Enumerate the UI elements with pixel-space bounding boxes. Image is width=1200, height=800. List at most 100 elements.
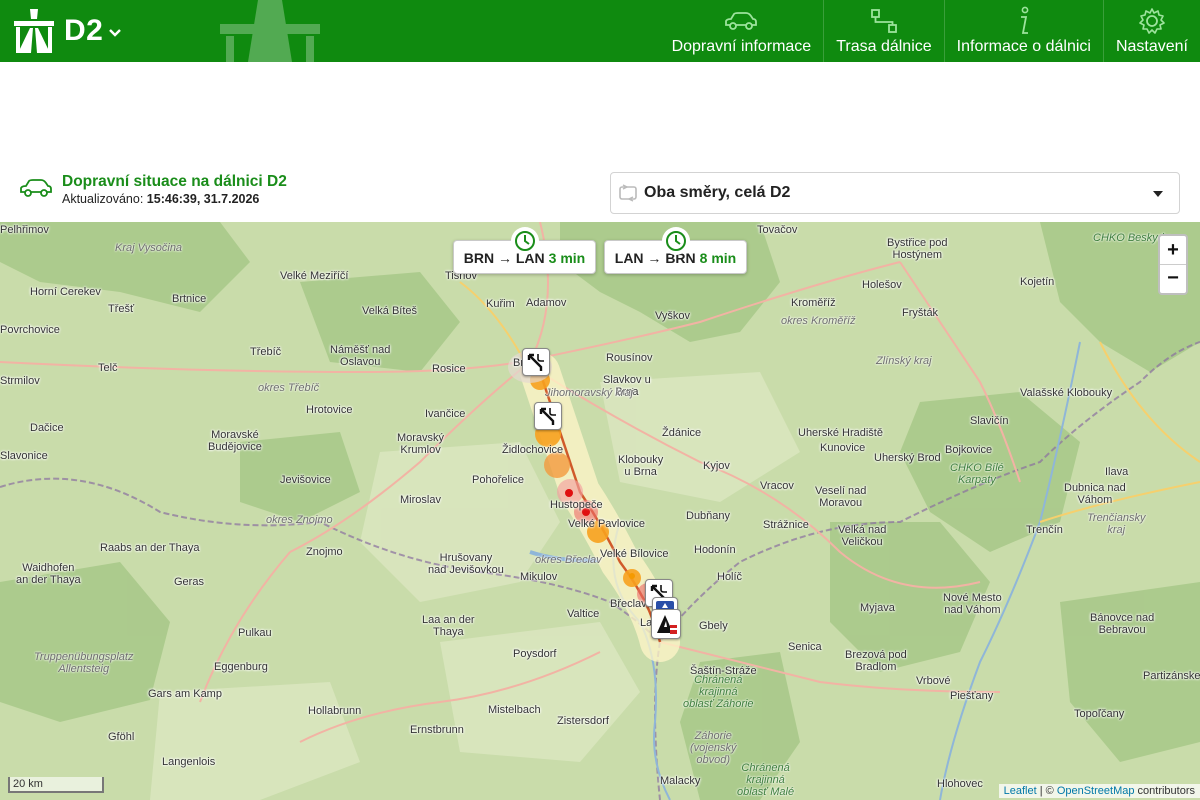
- leaflet-link[interactable]: Leaflet: [1004, 785, 1037, 797]
- place-label: Geras: [174, 576, 204, 588]
- zoom-in-button[interactable]: +: [1160, 236, 1186, 264]
- status-row: Dopravní situace na dálnici D2 Aktualizo…: [0, 162, 1200, 222]
- place-label: Vracov: [760, 480, 794, 492]
- updated-value: 15:46:39, 31.7.2026: [146, 192, 260, 206]
- place-label: Třebíč: [250, 346, 282, 358]
- place-label: Slavonice: [0, 450, 48, 462]
- region-label: Truppenübungsplatz Allentsteig: [34, 651, 134, 675]
- place-label: Klobouky u Brna: [618, 454, 664, 478]
- place-label: Povrchovice: [0, 324, 60, 336]
- map-attribution: Leaflet | © OpenStreetMap contributors: [998, 784, 1200, 798]
- travel-time: 3 min: [548, 250, 586, 266]
- place-label: Holešov: [862, 279, 902, 291]
- place-label: Gföhl: [108, 731, 135, 743]
- brand-switcher[interactable]: D2: [14, 8, 122, 54]
- traffic-map[interactable]: Pelhřimov Velké Meziříčí Tišnov Kuřim Ad…: [0, 222, 1200, 800]
- detour-marker[interactable]: [534, 402, 562, 430]
- attribution-separator: | ©: [1036, 785, 1057, 797]
- map-tiles: [0, 222, 1200, 800]
- detour-icon: [539, 407, 556, 425]
- place-label: Veselí nad Moravou: [815, 485, 867, 509]
- place-label: Bystřice pod Hostýnem: [887, 237, 948, 261]
- place-label: Valtice: [567, 608, 600, 620]
- place-label: Slavičín: [970, 415, 1009, 427]
- place-label: Židlochovice: [502, 444, 564, 456]
- place-label: Nové Mesto nad Váhom: [943, 592, 1002, 616]
- place-label: Piešťany: [950, 690, 994, 702]
- place-label: Zistersdorf: [557, 715, 609, 727]
- updated-label: Aktualizováno:: [62, 192, 144, 206]
- place-label: Hustopeče: [550, 499, 603, 511]
- place-label: Hrušovany nad Jevišovkou: [428, 552, 504, 576]
- place-label: Poysdorf: [513, 648, 557, 660]
- attribution-suffix: contributors: [1134, 785, 1195, 797]
- place-label: Velké Bílovice: [600, 548, 669, 560]
- region-label: Trenčiansky kraj: [1087, 512, 1146, 536]
- place-label: Gbely: [699, 620, 728, 632]
- place-label: Ernstbrunn: [410, 724, 464, 736]
- direction-select[interactable]: Oba směry, celá D2: [610, 172, 1180, 214]
- region-label: okres Kroměříž: [781, 315, 856, 327]
- place-label: Kunovice: [820, 442, 866, 454]
- place-label: Raabs an der Thaya: [100, 542, 200, 554]
- nav-settings[interactable]: Nastavení: [1102, 0, 1200, 62]
- place-label: Adamov: [526, 297, 567, 309]
- place-label: Břeclav: [610, 598, 647, 610]
- region-label: CHKO Bílé Karpaty: [950, 462, 1004, 486]
- nav-highway-info[interactable]: Informace o dálnici: [943, 0, 1103, 62]
- place-label: Malacky: [660, 775, 701, 787]
- region-label: Chránená krajinná oblasť Záhorie: [683, 674, 754, 710]
- place-label: Vyškov: [655, 310, 691, 322]
- detour-marker[interactable]: [522, 348, 550, 376]
- nav-label: Informace o dálnici: [956, 38, 1091, 55]
- place-label: Kojetín: [1020, 276, 1055, 288]
- travel-time-card[interactable]: BRN → LAN 3 min: [453, 227, 596, 274]
- place-label: Brezová pod Bradlom: [845, 649, 907, 673]
- nav-highway-route[interactable]: Trasa dálnice: [823, 0, 943, 62]
- place-label: Znojmo: [306, 546, 343, 558]
- page-title: Dopravní situace na dálnici D2: [62, 173, 287, 190]
- place-label: Ilava: [1105, 466, 1129, 478]
- road-watermark-icon: [220, 0, 320, 62]
- nav-label: Nastavení: [1115, 38, 1188, 55]
- place-label: Kyjov: [703, 460, 730, 472]
- place-label: Hrotovice: [306, 404, 353, 416]
- place-label: Třešť: [108, 303, 135, 315]
- place-label: Uherský Brod: [874, 452, 941, 464]
- motorway-logo-icon: [14, 9, 54, 53]
- region-label: Kraj Vysočina: [115, 242, 183, 254]
- roadwork-icon: [657, 615, 677, 634]
- direction-select-value: Oba směry, celá D2: [644, 184, 791, 201]
- place-label: Pohořelice: [472, 474, 524, 486]
- place-label: Holíč: [717, 571, 743, 583]
- nav-traffic-info[interactable]: Dopravní informace: [660, 0, 824, 62]
- place-label: Bánovce nad Bebravou: [1090, 612, 1155, 636]
- roadwork-marker[interactable]: [651, 609, 681, 639]
- place-label: Velké Meziříčí: [280, 270, 349, 282]
- region-label: Jihomoravský kraj: [545, 387, 634, 399]
- route-icon: [871, 9, 897, 33]
- place-label: Telč: [98, 362, 118, 374]
- chevron-down-icon: [109, 29, 122, 37]
- region-label: Chránená krajinná oblasť Malé: [737, 762, 795, 798]
- place-label: Brtnice: [172, 293, 207, 305]
- place-label: Langenlois: [162, 756, 216, 768]
- travel-time-card[interactable]: LAN → BRN 8 min: [604, 227, 747, 274]
- nav-label: Dopravní informace: [671, 38, 812, 55]
- place-label: Strmilov: [0, 375, 40, 387]
- place-label: Hlohovec: [937, 778, 983, 790]
- place-label: Velká nad Veličkou: [838, 524, 887, 548]
- map-scale: 20 km: [8, 777, 104, 793]
- top-bar: D2 Dopravní informace Trasa dálnice Info…: [0, 0, 1200, 62]
- osm-link[interactable]: OpenStreetMap: [1057, 785, 1135, 797]
- brand-name: D2: [64, 14, 104, 47]
- detour-icon: [527, 353, 544, 371]
- place-label: Kuřim: [486, 298, 515, 310]
- place-label: Uherské Hradiště: [798, 427, 883, 439]
- caret-down-icon: [1153, 191, 1163, 197]
- place-label: Trenčín: [1026, 524, 1063, 536]
- place-label: Dubňany: [686, 510, 731, 522]
- last-updated: Aktualizováno: 15:46:39, 31.7.2026: [62, 192, 259, 206]
- car-icon: [20, 179, 52, 197]
- zoom-out-button[interactable]: −: [1160, 264, 1186, 292]
